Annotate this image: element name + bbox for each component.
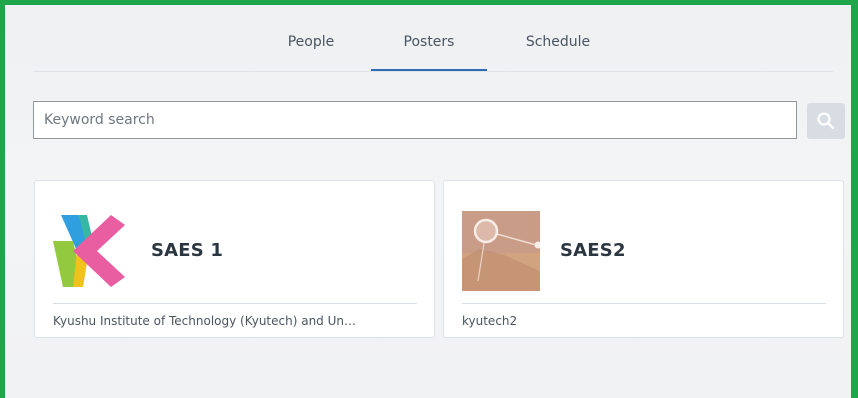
search-icon — [817, 112, 835, 130]
tab-posters[interactable]: Posters — [371, 34, 487, 71]
card-title: SAES2 — [560, 240, 626, 261]
card-divider — [462, 303, 826, 304]
poster-card[interactable]: SAES2 kyutech2 — [443, 180, 844, 338]
tab-schedule[interactable]: Schedule — [503, 34, 613, 70]
card-subtitle: kyutech2 — [462, 314, 518, 328]
card-subtitle: Kyushu Institute of Technology (Kyutech)… — [53, 314, 356, 328]
search-input[interactable] — [33, 101, 797, 139]
poster-card[interactable]: SAES 1 Kyushu Institute of Technology (K… — [34, 180, 435, 338]
card-divider — [53, 303, 417, 304]
kyutech-logo — [53, 211, 131, 291]
search-button[interactable] — [807, 103, 845, 139]
card-title: SAES 1 — [151, 240, 224, 261]
poster-thumbnail — [462, 211, 540, 291]
page-frame: People Posters Schedule SAES 1 Kyushu In… — [5, 5, 851, 398]
tab-people[interactable]: People — [269, 34, 353, 70]
tab-bar: People Posters Schedule — [33, 5, 833, 72]
search-row — [33, 101, 849, 143]
